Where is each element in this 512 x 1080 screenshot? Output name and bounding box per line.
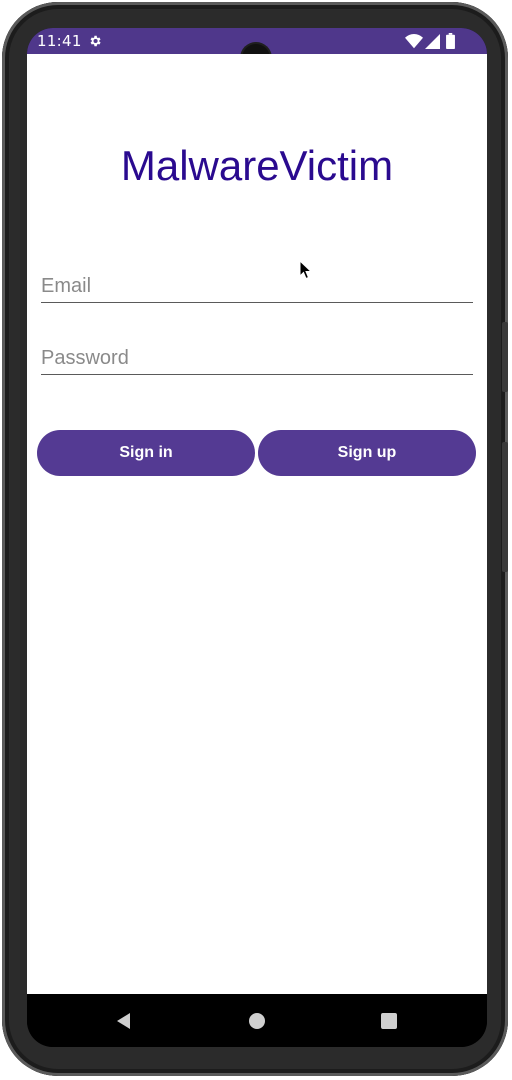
sign-in-button[interactable]: Sign in	[37, 430, 255, 476]
password-field-container	[41, 338, 473, 375]
wifi-icon	[405, 34, 423, 49]
power-key	[502, 442, 508, 572]
phone-frame: 11:41 MalwareVictim Email Sign in Sign u…	[2, 2, 508, 1076]
navigation-bar	[27, 994, 487, 1047]
app-content: MalwareVictim Sign in Sign up	[27, 54, 487, 994]
home-icon	[249, 1013, 265, 1029]
recents-button[interactable]	[378, 1010, 400, 1032]
signal-icon	[425, 34, 440, 49]
back-icon	[117, 1013, 130, 1029]
battery-icon	[446, 33, 455, 49]
home-button[interactable]	[246, 1010, 268, 1032]
email-field-container	[41, 266, 473, 303]
email-field[interactable]	[41, 275, 473, 298]
recents-icon	[381, 1013, 397, 1029]
volume-key	[502, 322, 508, 392]
status-time: 11:41	[37, 32, 82, 50]
password-field[interactable]	[41, 347, 473, 370]
status-icons	[405, 33, 473, 49]
mouse-cursor-icon	[299, 260, 313, 280]
back-button[interactable]	[113, 1010, 135, 1032]
sign-up-button[interactable]: Sign up	[258, 430, 476, 476]
app-title: MalwareVictim	[120, 142, 394, 189]
device-screen: 11:41 MalwareVictim Email Sign in Sign u…	[27, 28, 487, 1047]
gear-icon	[90, 35, 101, 47]
